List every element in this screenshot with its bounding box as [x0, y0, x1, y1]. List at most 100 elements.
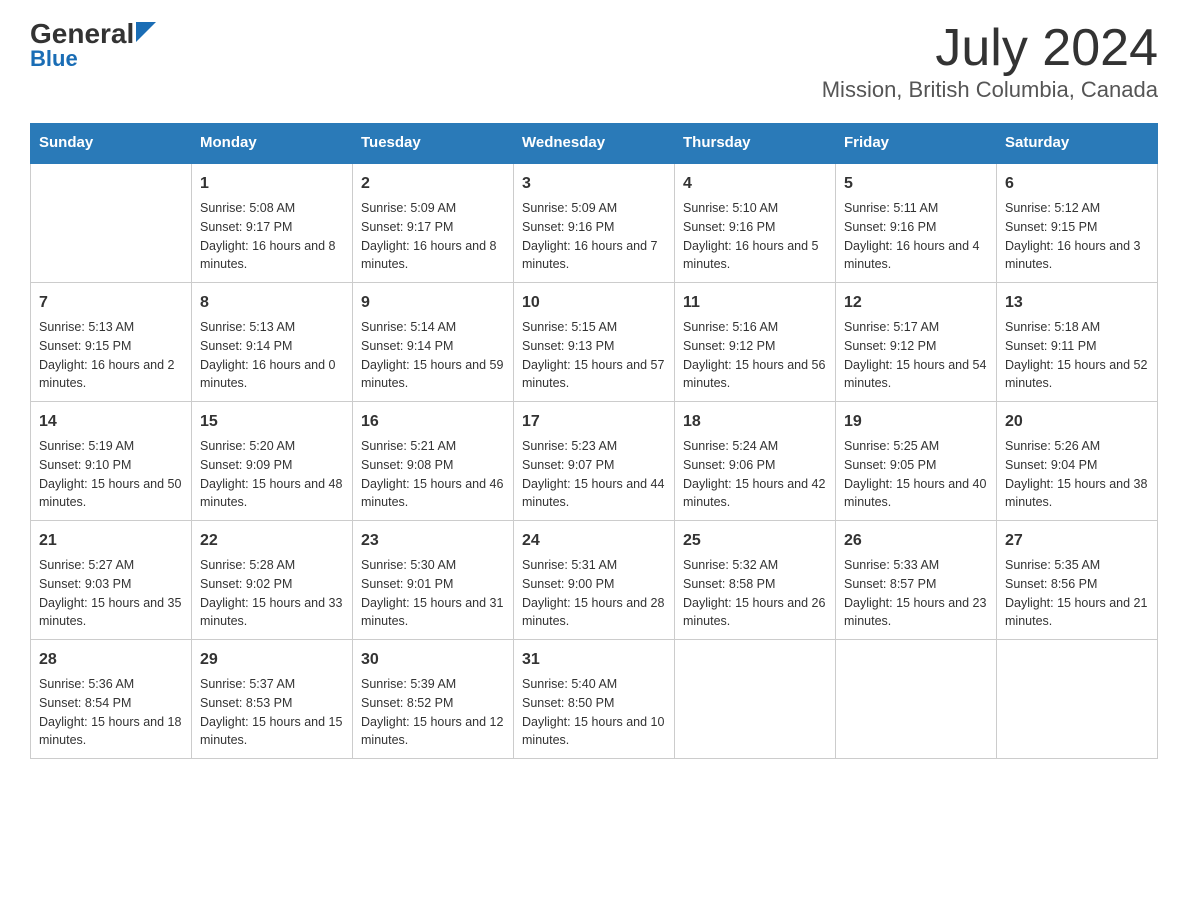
logo-blue: Blue — [30, 46, 78, 72]
weekday-header-row: SundayMondayTuesdayWednesdayThursdayFrid… — [31, 124, 1158, 163]
calendar-cell: 1 Sunrise: 5:08 AMSunset: 9:17 PMDaylight… — [192, 163, 353, 283]
calendar-cell: 5Sunrise: 5:11 AMSunset: 9:16 PMDaylight… — [836, 163, 997, 283]
weekday-header-tuesday: Tuesday — [353, 124, 514, 163]
calendar-cell: 20 Sunrise: 5:26 AMSunset: 9:04 PMDayligh… — [997, 402, 1158, 521]
calendar-week-row: 7 Sunrise: 5:13 AMSunset: 9:15 PMDaylight… — [31, 283, 1158, 402]
sun-info: Sunrise: 5:13 AMSunset: 9:15 PMDaylight:… — [39, 318, 183, 393]
sun-info: Sunrise: 5:30 AMSunset: 9:01 PMDaylight:… — [361, 556, 505, 631]
day-number: 9 — [361, 291, 505, 315]
sun-info: Sunrise: 5:28 AMSunset: 9:02 PMDaylight:… — [200, 556, 344, 631]
day-number: 31 — [522, 648, 666, 672]
day-number: 28 — [39, 648, 183, 672]
day-number: 29 — [200, 648, 344, 672]
day-number: 19 — [844, 410, 988, 434]
title-block: July 2024 Mission, British Columbia, Can… — [822, 20, 1158, 103]
sun-info: Sunrise: 5:21 AMSunset: 9:08 PMDaylight:… — [361, 437, 505, 512]
day-number: 3 — [522, 172, 666, 196]
calendar-cell: 23 Sunrise: 5:30 AMSunset: 9:01 PMDayligh… — [353, 521, 514, 640]
calendar-cell: 3 Sunrise: 5:09 AMSunset: 9:16 PMDaylight… — [514, 163, 675, 283]
sun-info: Sunrise: 5:40 AMSunset: 8:50 PMDaylight:… — [522, 675, 666, 750]
calendar-cell — [31, 163, 192, 283]
sun-info: Sunrise: 5:08 AMSunset: 9:17 PMDaylight:… — [200, 199, 344, 274]
day-number: 5 — [844, 172, 988, 196]
calendar-cell — [997, 640, 1158, 759]
day-number: 26 — [844, 529, 988, 553]
day-number: 25 — [683, 529, 827, 553]
sun-info: Sunrise: 5:31 AMSunset: 9:00 PMDaylight:… — [522, 556, 666, 631]
day-number: 21 — [39, 529, 183, 553]
day-number: 4 — [683, 172, 827, 196]
calendar-cell: 7 Sunrise: 5:13 AMSunset: 9:15 PMDaylight… — [31, 283, 192, 402]
calendar-cell: 9Sunrise: 5:14 AMSunset: 9:14 PMDaylight… — [353, 283, 514, 402]
calendar-week-row: 21 Sunrise: 5:27 AMSunset: 9:03 PMDayligh… — [31, 521, 1158, 640]
sun-info: Sunrise: 5:19 AMSunset: 9:10 PMDaylight:… — [39, 437, 183, 512]
calendar-cell: 26Sunrise: 5:33 AMSunset: 8:57 PMDayligh… — [836, 521, 997, 640]
sun-info: Sunrise: 5:26 AMSunset: 9:04 PMDaylight:… — [1005, 437, 1149, 512]
calendar-cell — [836, 640, 997, 759]
calendar-cell: 14Sunrise: 5:19 AMSunset: 9:10 PMDayligh… — [31, 402, 192, 521]
weekday-header-monday: Monday — [192, 124, 353, 163]
day-number: 23 — [361, 529, 505, 553]
weekday-header-saturday: Saturday — [997, 124, 1158, 163]
calendar-cell: 24 Sunrise: 5:31 AMSunset: 9:00 PMDayligh… — [514, 521, 675, 640]
weekday-header-thursday: Thursday — [675, 124, 836, 163]
sun-info: Sunrise: 5:10 AMSunset: 9:16 PMDaylight:… — [683, 199, 827, 274]
calendar-cell: 12Sunrise: 5:17 AMSunset: 9:12 PMDayligh… — [836, 283, 997, 402]
calendar-week-row: 14Sunrise: 5:19 AMSunset: 9:10 PMDayligh… — [31, 402, 1158, 521]
calendar-cell: 30 Sunrise: 5:39 AMSunset: 8:52 PMDayligh… — [353, 640, 514, 759]
logo: General Blue — [30, 20, 156, 72]
day-number: 24 — [522, 529, 666, 553]
day-number: 1 — [200, 172, 344, 196]
day-number: 27 — [1005, 529, 1149, 553]
calendar-week-row: 1 Sunrise: 5:08 AMSunset: 9:17 PMDaylight… — [31, 163, 1158, 283]
day-number: 16 — [361, 410, 505, 434]
day-number: 30 — [361, 648, 505, 672]
sun-info: Sunrise: 5:36 AMSunset: 8:54 PMDaylight:… — [39, 675, 183, 750]
calendar-cell: 29 Sunrise: 5:37 AMSunset: 8:53 PMDayligh… — [192, 640, 353, 759]
calendar-cell: 18Sunrise: 5:24 AMSunset: 9:06 PMDayligh… — [675, 402, 836, 521]
calendar-cell: 8Sunrise: 5:13 AMSunset: 9:14 PMDaylight… — [192, 283, 353, 402]
calendar-cell: 10 Sunrise: 5:15 AMSunset: 9:13 PMDayligh… — [514, 283, 675, 402]
calendar-cell: 16 Sunrise: 5:21 AMSunset: 9:08 PMDayligh… — [353, 402, 514, 521]
day-number: 20 — [1005, 410, 1149, 434]
calendar-cell: 17Sunrise: 5:23 AMSunset: 9:07 PMDayligh… — [514, 402, 675, 521]
calendar-week-row: 28 Sunrise: 5:36 AMSunset: 8:54 PMDayligh… — [31, 640, 1158, 759]
sun-info: Sunrise: 5:09 AMSunset: 9:17 PMDaylight:… — [361, 199, 505, 274]
calendar-subtitle: Mission, British Columbia, Canada — [822, 77, 1158, 103]
day-number: 11 — [683, 291, 827, 315]
calendar-cell: 22Sunrise: 5:28 AMSunset: 9:02 PMDayligh… — [192, 521, 353, 640]
weekday-header-friday: Friday — [836, 124, 997, 163]
day-number: 18 — [683, 410, 827, 434]
sun-info: Sunrise: 5:16 AMSunset: 9:12 PMDaylight:… — [683, 318, 827, 393]
calendar-cell: 2 Sunrise: 5:09 AMSunset: 9:17 PMDaylight… — [353, 163, 514, 283]
sun-info: Sunrise: 5:23 AMSunset: 9:07 PMDaylight:… — [522, 437, 666, 512]
page-header: General Blue July 2024 Mission, British … — [30, 20, 1158, 103]
sun-info: Sunrise: 5:25 AMSunset: 9:05 PMDaylight:… — [844, 437, 988, 512]
sun-info: Sunrise: 5:09 AMSunset: 9:16 PMDaylight:… — [522, 199, 666, 274]
day-number: 8 — [200, 291, 344, 315]
calendar-title: July 2024 — [822, 20, 1158, 77]
calendar-cell: 21 Sunrise: 5:27 AMSunset: 9:03 PMDayligh… — [31, 521, 192, 640]
weekday-header-sunday: Sunday — [31, 124, 192, 163]
calendar-cell: 15Sunrise: 5:20 AMSunset: 9:09 PMDayligh… — [192, 402, 353, 521]
calendar-table: SundayMondayTuesdayWednesdayThursdayFrid… — [30, 123, 1158, 759]
day-number: 7 — [39, 291, 183, 315]
sun-info: Sunrise: 5:12 AMSunset: 9:15 PMDaylight:… — [1005, 199, 1149, 274]
sun-info: Sunrise: 5:39 AMSunset: 8:52 PMDaylight:… — [361, 675, 505, 750]
sun-info: Sunrise: 5:27 AMSunset: 9:03 PMDaylight:… — [39, 556, 183, 631]
logo-triangle-icon — [136, 22, 156, 42]
calendar-cell: 27 Sunrise: 5:35 AMSunset: 8:56 PMDayligh… — [997, 521, 1158, 640]
sun-info: Sunrise: 5:37 AMSunset: 8:53 PMDaylight:… — [200, 675, 344, 750]
sun-info: Sunrise: 5:35 AMSunset: 8:56 PMDaylight:… — [1005, 556, 1149, 631]
calendar-cell — [675, 640, 836, 759]
sun-info: Sunrise: 5:32 AMSunset: 8:58 PMDaylight:… — [683, 556, 827, 631]
sun-info: Sunrise: 5:15 AMSunset: 9:13 PMDaylight:… — [522, 318, 666, 393]
sun-info: Sunrise: 5:17 AMSunset: 9:12 PMDaylight:… — [844, 318, 988, 393]
day-number: 2 — [361, 172, 505, 196]
day-number: 15 — [200, 410, 344, 434]
calendar-cell: 19 Sunrise: 5:25 AMSunset: 9:05 PMDayligh… — [836, 402, 997, 521]
calendar-cell: 6Sunrise: 5:12 AMSunset: 9:15 PMDaylight… — [997, 163, 1158, 283]
calendar-cell: 11 Sunrise: 5:16 AMSunset: 9:12 PMDayligh… — [675, 283, 836, 402]
day-number: 10 — [522, 291, 666, 315]
calendar-cell: 25 Sunrise: 5:32 AMSunset: 8:58 PMDayligh… — [675, 521, 836, 640]
